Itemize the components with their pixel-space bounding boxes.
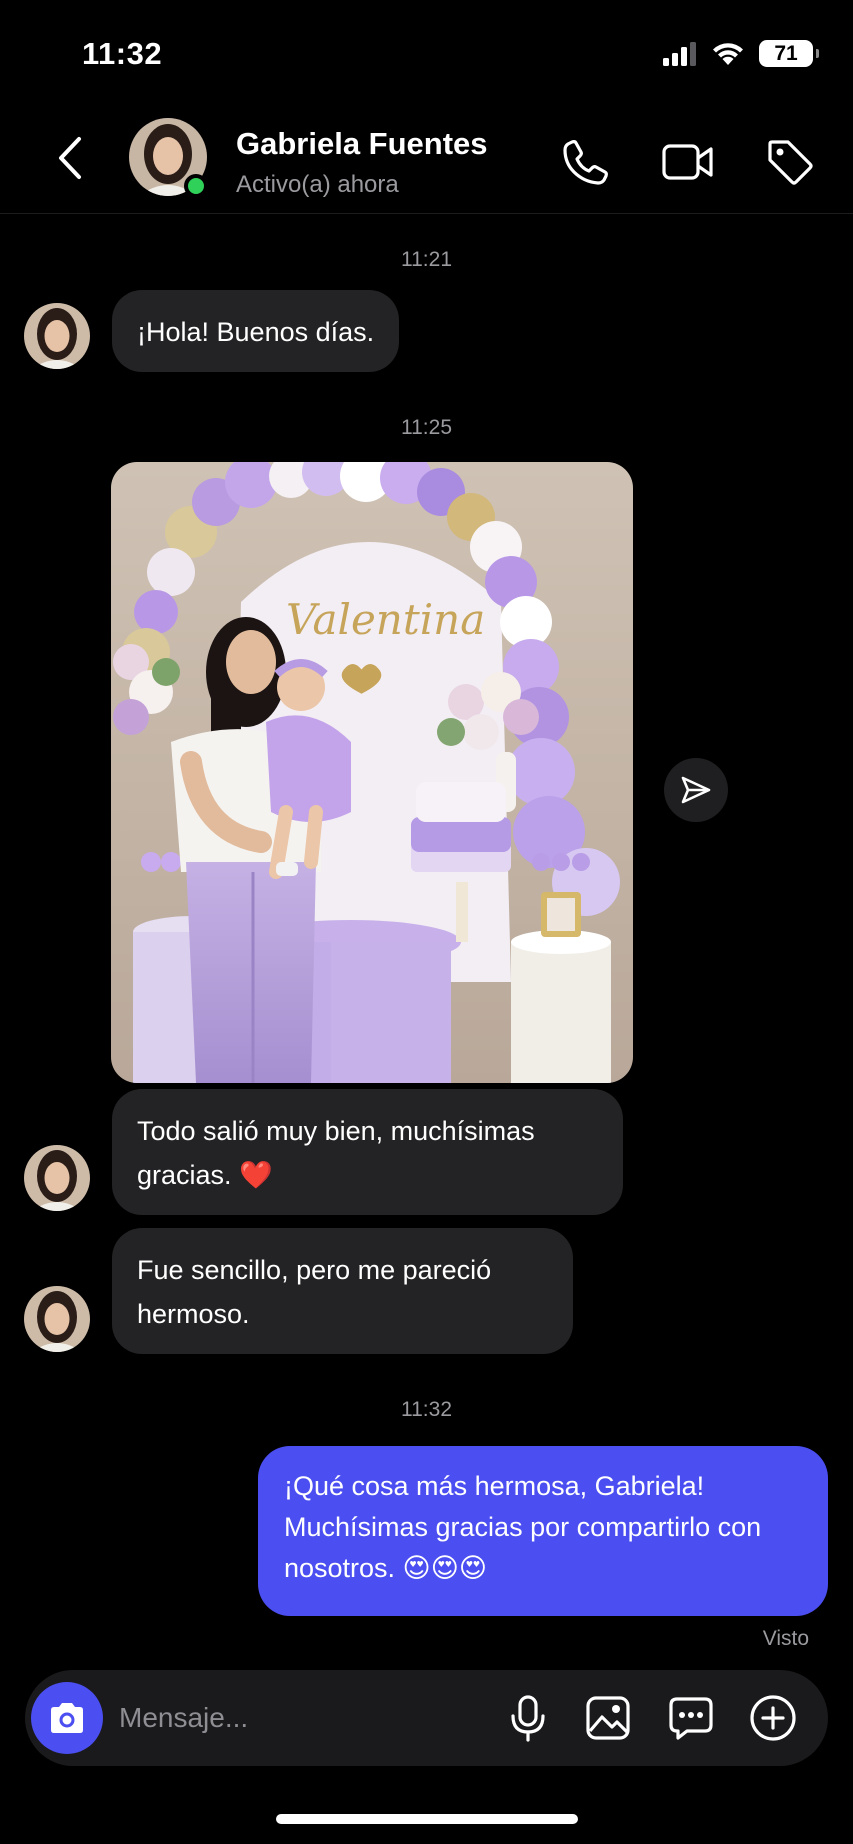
message-text: ¡Hola! Buenos días.: [137, 317, 375, 347]
wifi-icon: [713, 42, 743, 65]
microphone-icon: [511, 1695, 545, 1742]
shared-photo[interactable]: Valentina: [111, 462, 633, 1083]
signal-icon: [663, 41, 696, 66]
message-composer: [25, 1670, 828, 1766]
home-indicator[interactable]: [276, 1814, 578, 1824]
contact-name[interactable]: Gabriela Fuentes: [236, 126, 488, 162]
timestamp: 11:32: [401, 1398, 452, 1421]
message-text-line: Muchísimas gracias por compartirlo con: [284, 1512, 762, 1542]
send-icon: [681, 776, 711, 804]
video-call-button[interactable]: [660, 134, 716, 190]
more-options-button[interactable]: [745, 1690, 801, 1746]
incoming-message[interactable]: Fue sencillo, pero me pareció hermoso.: [112, 1228, 573, 1354]
share-button[interactable]: [664, 758, 728, 822]
message-input[interactable]: [119, 1696, 479, 1740]
sticker-icon: [669, 1697, 713, 1740]
camera-button[interactable]: [31, 1682, 103, 1754]
message-text-line: hermoso.: [137, 1299, 250, 1329]
tag-button[interactable]: [762, 134, 818, 190]
camera-icon: [51, 1703, 83, 1733]
incoming-message[interactable]: ¡Hola! Buenos días.: [112, 290, 400, 372]
status-bar: 11:32 71: [0, 0, 853, 110]
back-button[interactable]: [50, 132, 90, 184]
voice-message-button[interactable]: [500, 1690, 556, 1746]
photo-sign-text: Valentina: [286, 595, 485, 644]
message-text-line: Fue sencillo, pero me pareció: [137, 1255, 492, 1285]
contact-status: Activo(a) ahora: [236, 171, 399, 198]
message-text-line: Todo salió muy bien, muchísimas: [137, 1116, 535, 1146]
video-icon: [662, 144, 713, 180]
gallery-icon: [586, 1696, 630, 1740]
sender-avatar[interactable]: [24, 1286, 90, 1352]
status-time: 11:32: [82, 36, 163, 71]
message-text-line: gracias. ❤️: [137, 1160, 273, 1190]
plus-icon: [750, 1695, 796, 1741]
chat-header: Gabriela Fuentes Activo(a) ahora: [0, 110, 853, 214]
incoming-message[interactable]: Todo salió muy bien, muchísimas gracias.…: [112, 1089, 623, 1215]
message-text-line: nosotros. 😍😍😍: [284, 1553, 488, 1583]
tag-icon: [768, 140, 813, 185]
gallery-button[interactable]: [580, 1690, 636, 1746]
back-icon: [59, 137, 81, 179]
outgoing-message[interactable]: ¡Qué cosa más hermosa, Gabriela! Muchísi…: [258, 1446, 828, 1616]
timestamp: 11:21: [401, 248, 452, 271]
status-icons: 71: [663, 40, 819, 67]
battery-icon: 71: [759, 40, 819, 67]
online-status-dot: [184, 174, 208, 198]
sticker-button[interactable]: [663, 1690, 719, 1746]
sender-avatar[interactable]: [24, 1145, 90, 1211]
message-text-line: ¡Qué cosa más hermosa, Gabriela!: [284, 1471, 705, 1501]
phone-icon: [563, 140, 608, 185]
seen-status: Visto: [762, 1627, 809, 1650]
call-button[interactable]: [558, 134, 614, 190]
sender-avatar[interactable]: [24, 303, 90, 369]
timestamp: 11:25: [401, 416, 452, 439]
